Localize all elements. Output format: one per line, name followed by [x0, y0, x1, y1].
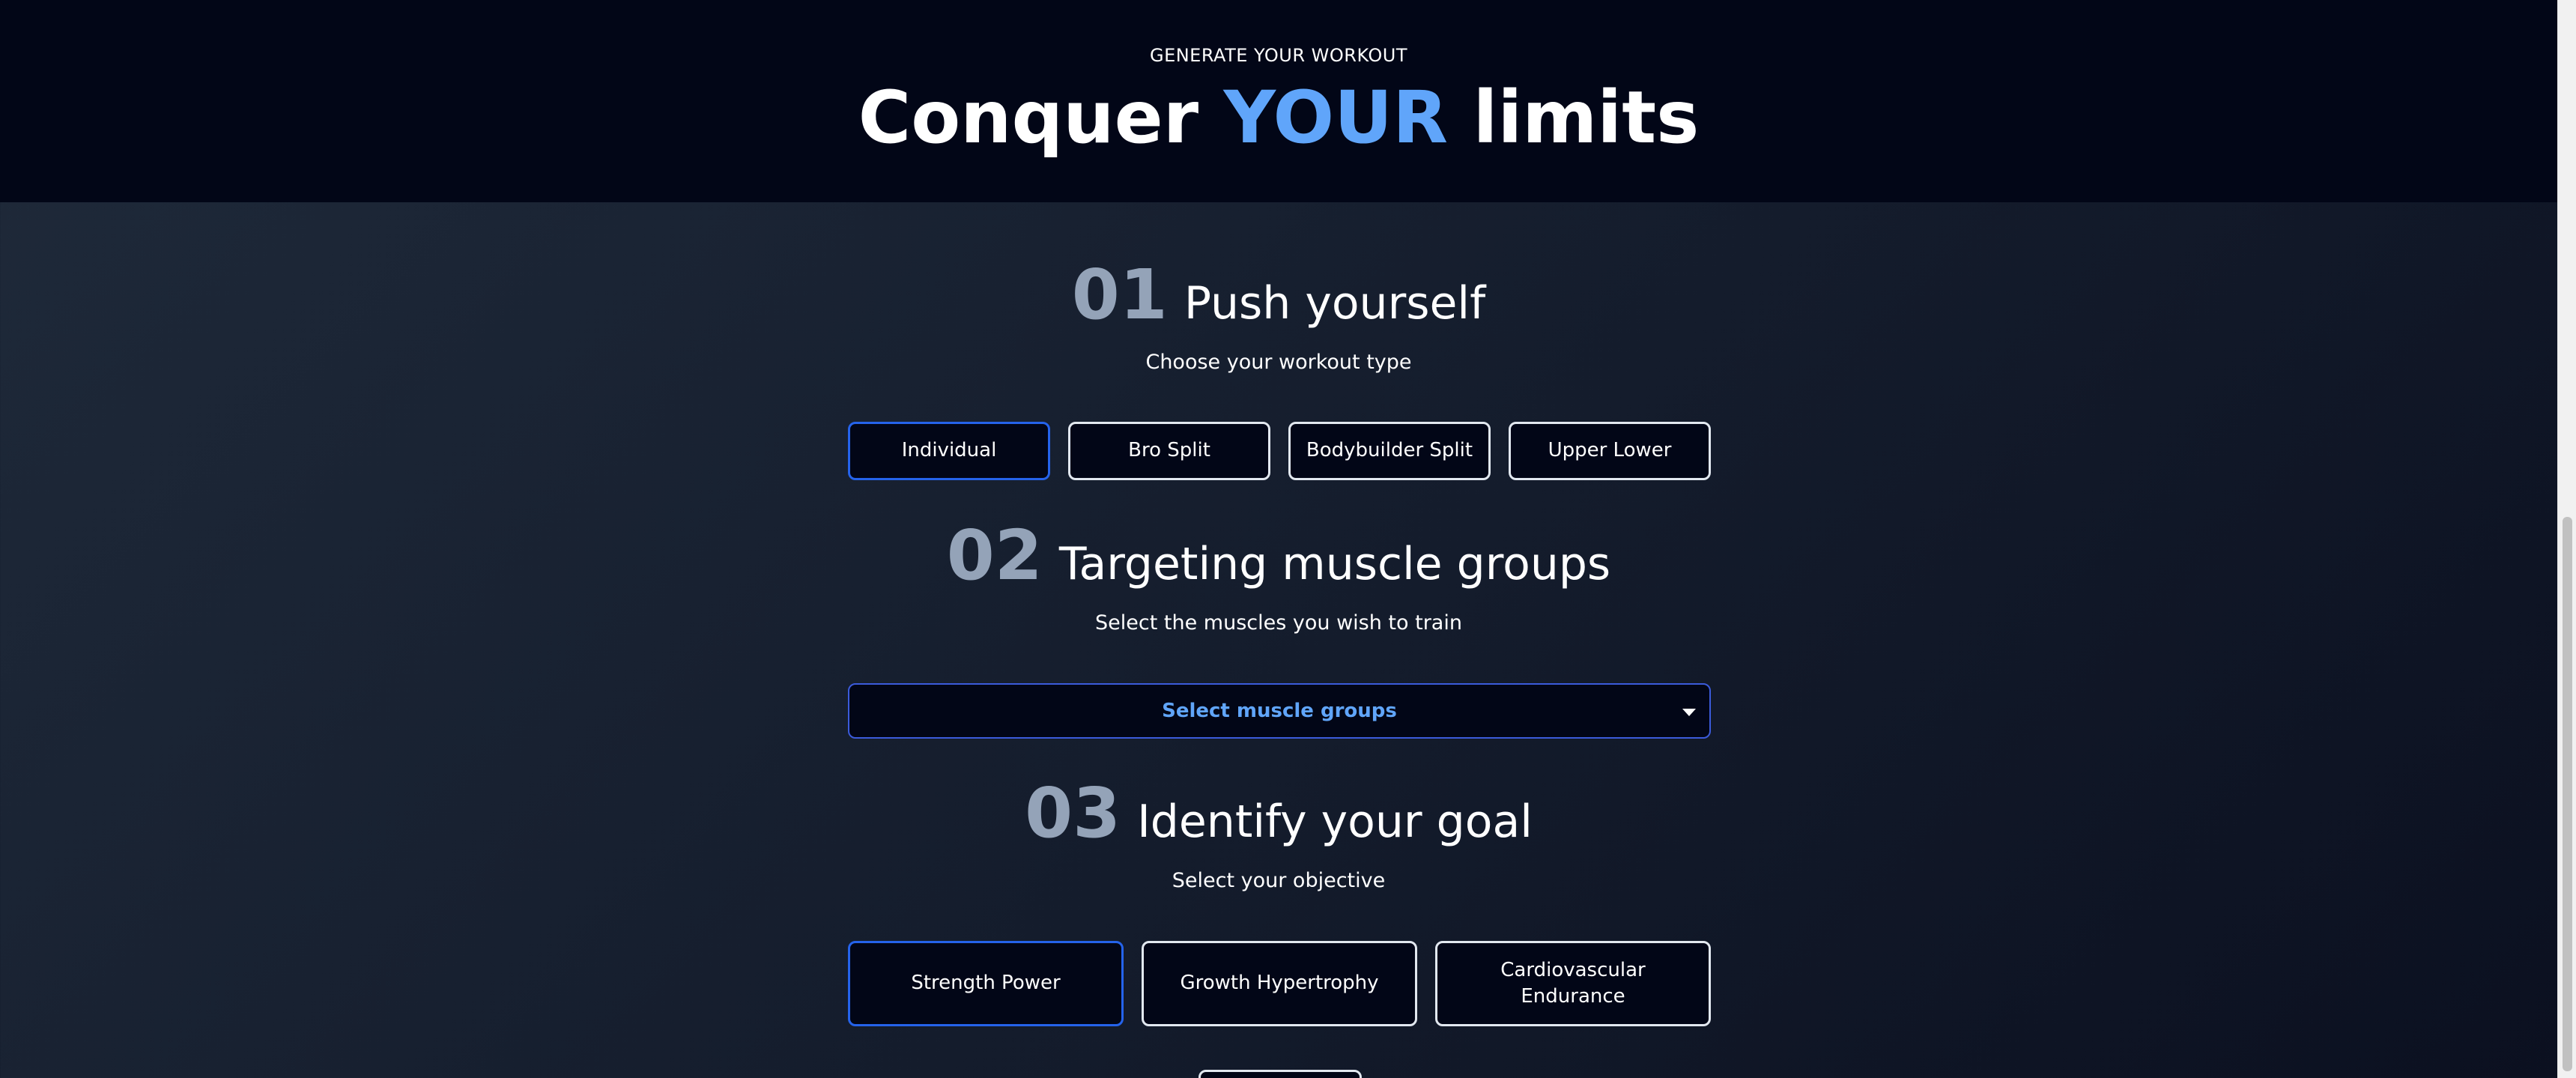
hero-title-part1: Conquer: [858, 76, 1224, 160]
hero-header: GENERATE YOUR WORKOUT Conquer YOUR limit…: [0, 0, 2557, 202]
hero-eyebrow: GENERATE YOUR WORKOUT: [1149, 45, 1408, 66]
goal-growth-hypertrophy-button[interactable]: Growth Hypertrophy: [1142, 941, 1417, 1026]
section-2-heading: 02 Targeting muscle groups: [0, 515, 2557, 596]
section-2-subtitle: Select the muscles you wish to train: [1095, 611, 1462, 635]
hero-title-part2: limits: [1448, 76, 1700, 160]
hero-title: Conquer YOUR limits: [0, 75, 2557, 161]
section-3-heading: 03 Identify your goal: [0, 773, 2557, 853]
section-2-title: Targeting muscle groups: [1058, 538, 1611, 590]
goal-cardiovascular-endurance-button[interactable]: Cardiovascular Endurance: [1435, 941, 1711, 1026]
section-3-title: Identify your goal: [1137, 796, 1533, 848]
workout-type-bro-split-button[interactable]: Bro Split: [1068, 422, 1270, 480]
page-scrollbar[interactable]: [2557, 0, 2576, 1078]
goal-options: Strength Power Growth Hypertrophy Cardio…: [848, 941, 1711, 1026]
caret-down-icon: [1682, 709, 1696, 716]
generate-button[interactable]: [1198, 1070, 1362, 1078]
goal-strength-power-button[interactable]: Strength Power: [848, 941, 1124, 1026]
section-1-number: 01: [1071, 255, 1168, 335]
section-1-heading: 01 Push yourself: [0, 255, 2557, 335]
section-1-subtitle: Choose your workout type: [1145, 351, 1412, 374]
section-1-title: Push yourself: [1184, 277, 1486, 330]
muscle-groups-select-label: Select muscle groups: [1162, 700, 1397, 722]
section-3-subtitle: Select your objective: [1172, 869, 1386, 892]
hero-title-accent: YOUR: [1223, 76, 1449, 160]
muscle-groups-select[interactable]: Select muscle groups: [848, 683, 1711, 739]
scrollbar-thumb[interactable]: [2563, 517, 2572, 1071]
workout-type-bodybuilder-split-button[interactable]: Bodybuilder Split: [1288, 422, 1491, 480]
workout-type-options: Individual Bro Split Bodybuilder Split U…: [848, 422, 1711, 480]
workout-type-upper-lower-button[interactable]: Upper Lower: [1509, 422, 1711, 480]
workout-type-individual-button[interactable]: Individual: [848, 422, 1050, 480]
section-3-number: 03: [1025, 773, 1121, 853]
section-2-number: 02: [946, 515, 1043, 596]
